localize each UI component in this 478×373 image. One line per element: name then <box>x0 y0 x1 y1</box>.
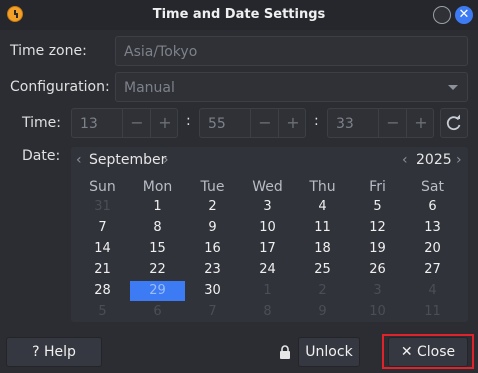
calendar-day-outside-month[interactable]: 1 <box>240 281 295 301</box>
calendar-day-outside-month[interactable]: 10 <box>350 302 405 322</box>
date-label: Date: <box>22 148 61 164</box>
hour-increment-button[interactable]: + <box>150 109 179 137</box>
configuration-label: Configuration: <box>10 79 110 95</box>
calendar-day[interactable]: 1 <box>130 197 185 217</box>
calendar-day[interactable]: 12 <box>350 218 405 238</box>
calendar-day[interactable]: 17 <box>240 239 295 259</box>
calendar: ‹ September › ‹ 2025 › Sun Mon Tue Wed Thu Fr… <box>71 147 468 322</box>
calendar-day[interactable]: 11 <box>295 218 350 238</box>
timezone-label: Time zone: <box>10 43 87 59</box>
calendar-day-outside-month[interactable]: 31 <box>75 197 130 217</box>
second-spinner[interactable]: 33 − + <box>327 108 434 138</box>
calendar-day-outside-month[interactable]: 2 <box>295 281 350 301</box>
calendar-day[interactable]: 25 <box>295 260 350 280</box>
time-label: Time: <box>22 115 61 131</box>
calendar-day[interactable]: 9 <box>185 218 240 238</box>
refresh-icon <box>446 114 461 131</box>
calendar-day[interactable]: 13 <box>405 218 460 238</box>
minute-increment-button[interactable]: + <box>278 109 307 137</box>
minute-value: 55 <box>208 116 226 132</box>
calendar-day[interactable]: 2 <box>185 197 240 217</box>
calendar-day[interactable]: 3 <box>240 197 295 217</box>
second-value: 33 <box>336 116 354 132</box>
calendar-day-outside-month[interactable]: 8 <box>240 302 295 322</box>
window-close-button[interactable]: ✕ <box>455 6 473 24</box>
calendar-day-outside-month[interactable]: 4 <box>405 281 460 301</box>
help-button[interactable]: ? Help <box>6 337 102 367</box>
calendar-day-outside-month[interactable]: 9 <box>295 302 350 322</box>
calendar-day[interactable]: 28 <box>75 281 130 301</box>
close-button-highlight <box>382 334 474 369</box>
minute-spinner[interactable]: 55 − + <box>199 108 306 138</box>
calendar-day[interactable]: 24 <box>240 260 295 280</box>
prev-year-button[interactable]: ‹ <box>402 152 408 168</box>
minimize-button[interactable] <box>433 6 451 24</box>
calendar-day-outside-month[interactable]: 5 <box>75 302 130 322</box>
prev-month-button[interactable]: ‹ <box>76 152 82 168</box>
time-separator: : <box>314 113 319 129</box>
calendar-day-outside-month[interactable]: 6 <box>130 302 185 322</box>
calendar-day[interactable]: 20 <box>405 239 460 259</box>
calendar-day[interactable]: 19 <box>350 239 405 259</box>
calendar-day[interactable]: 27 <box>405 260 460 280</box>
calendar-day[interactable]: 16 <box>185 239 240 259</box>
calendar-month[interactable]: September <box>89 152 166 168</box>
timezone-value: Asia/Tokyo <box>124 44 198 60</box>
calendar-day[interactable]: 30 <box>185 281 240 301</box>
calendar-day[interactable]: 7 <box>75 218 130 238</box>
calendar-day-outside-month[interactable]: 3 <box>350 281 405 301</box>
calendar-year[interactable]: 2025 <box>416 152 452 168</box>
weekday-header: Sun <box>89 179 116 195</box>
calendar-day-outside-month[interactable]: 11 <box>405 302 460 322</box>
refresh-button[interactable] <box>440 108 468 138</box>
timezone-field[interactable]: Asia/Tokyo <box>115 36 468 66</box>
calendar-day[interactable]: 6 <box>405 197 460 217</box>
hour-value: 13 <box>80 116 98 132</box>
calendar-day[interactable]: 4 <box>295 197 350 217</box>
calendar-day-outside-month[interactable]: 7 <box>185 302 240 322</box>
calendar-day-selected[interactable]: 29 <box>130 281 185 301</box>
unlock-button[interactable]: Unlock <box>298 337 360 367</box>
configuration-value: Manual <box>124 80 175 96</box>
calendar-day[interactable]: 26 <box>350 260 405 280</box>
second-increment-button[interactable]: + <box>406 109 435 137</box>
calendar-day[interactable]: 18 <box>295 239 350 259</box>
chevron-down-icon <box>448 85 458 90</box>
calendar-day[interactable]: 21 <box>75 260 130 280</box>
time-separator: : <box>186 113 191 129</box>
lock-icon <box>280 345 290 359</box>
weekday-header: Fri <box>369 179 386 195</box>
calendar-day[interactable]: 5 <box>350 197 405 217</box>
configuration-dropdown[interactable]: Manual <box>115 72 468 102</box>
calendar-day[interactable]: 22 <box>130 260 185 280</box>
calendar-day[interactable]: 8 <box>130 218 185 238</box>
weekday-header: Wed <box>252 179 283 195</box>
weekday-header: Tue <box>200 179 225 195</box>
hour-spinner[interactable]: 13 − + <box>71 108 178 138</box>
second-decrement-button[interactable]: − <box>378 109 407 137</box>
calendar-day[interactable]: 14 <box>75 239 130 259</box>
next-month-button[interactable]: › <box>163 152 169 168</box>
weekday-header: Thu <box>309 179 336 195</box>
window-title: Time and Date Settings <box>152 7 326 22</box>
calendar-day[interactable]: 15 <box>130 239 185 259</box>
hour-decrement-button[interactable]: − <box>122 109 151 137</box>
weekday-header: Mon <box>142 179 173 195</box>
calendar-day[interactable]: 10 <box>240 218 295 238</box>
next-year-button[interactable]: › <box>456 152 462 168</box>
minute-decrement-button[interactable]: − <box>250 109 279 137</box>
calendar-day[interactable]: 23 <box>185 260 240 280</box>
weekday-header: Sat <box>421 179 444 195</box>
title-bar: Time and Date Settings ✕ <box>0 0 478 30</box>
